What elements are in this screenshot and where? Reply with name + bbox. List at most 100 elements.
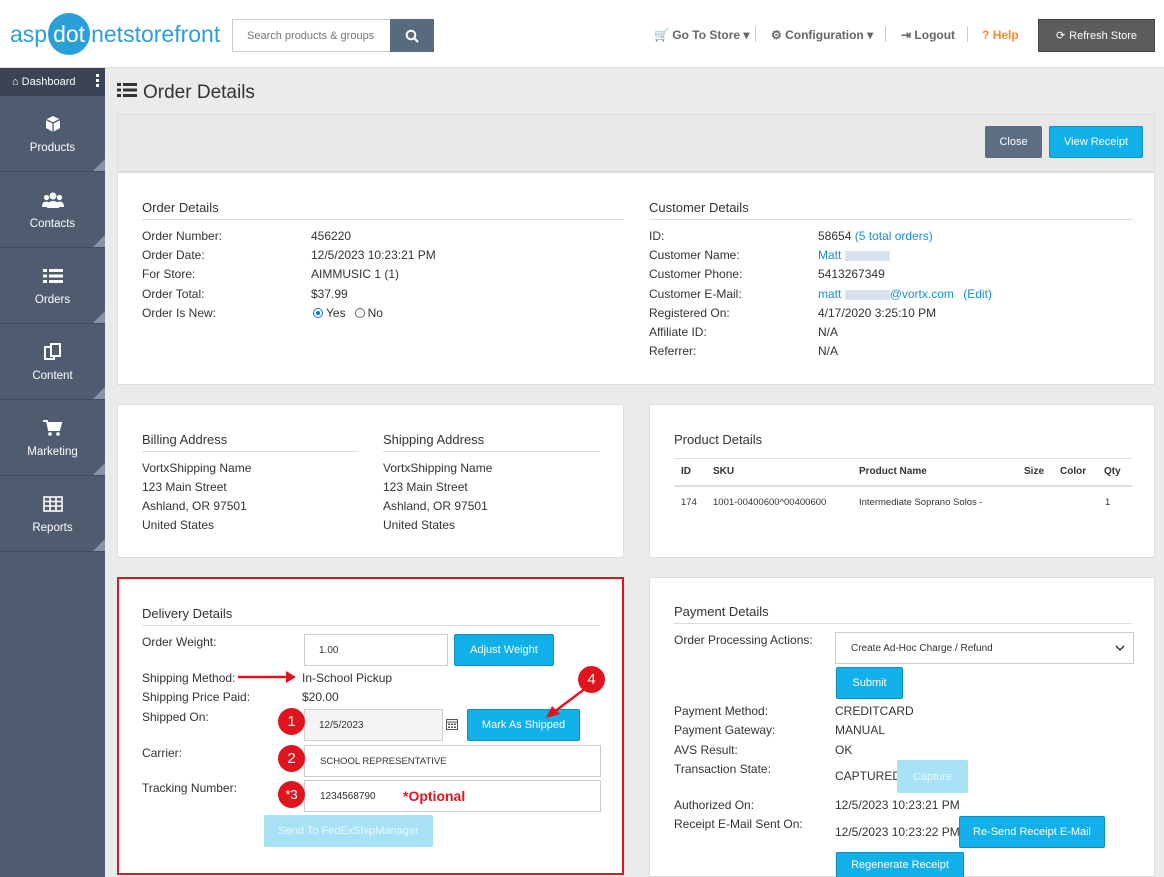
sidebar-item-label: Contacts <box>29 217 76 230</box>
email-suffix: @vortx.com <box>889 287 954 301</box>
refresh-store-label: Refresh Store <box>1069 29 1138 42</box>
sidebar-item-marketing[interactable]: Marketing <box>0 400 105 476</box>
payment-details-heading: Payment Details <box>674 604 1132 624</box>
chevron-down-icon <box>1115 643 1125 656</box>
col-header-qty: Qty <box>1104 466 1121 477</box>
col-header-size: Size <box>1024 466 1045 477</box>
sidebar-item-content[interactable]: Content <box>0 324 105 400</box>
redacted-block <box>844 289 890 300</box>
customer-phone-label: Customer Phone: <box>649 267 743 281</box>
billing-line: Ashland, OR 97501 <box>142 499 247 513</box>
customer-details-heading: Customer Details <box>649 200 1133 220</box>
sidebar-item-reports[interactable]: Reports <box>0 476 105 552</box>
logo-text-storefront: storefront <box>123 20 221 47</box>
customer-id-row: 58654 (5 total orders) <box>818 229 933 243</box>
order-processing-actions-label: Order Processing Actions: <box>674 633 813 647</box>
submit-button[interactable]: Submit <box>836 667 903 699</box>
customer-name-label: Customer Name: <box>649 248 740 262</box>
logo-text-net: net <box>91 20 124 47</box>
help-link[interactable]: ? Help <box>982 28 1019 42</box>
order-number-value: 456220 <box>311 229 352 243</box>
radio-yes-label: Yes <box>326 306 346 320</box>
referrer-value: N/A <box>818 344 839 358</box>
edit-email-link[interactable]: (Edit) <box>963 287 992 301</box>
caret-down-icon: ▾ <box>867 28 874 42</box>
sidebar-item-contacts[interactable]: Contacts <box>0 172 105 248</box>
shipping-address-heading: Shipping Address <box>383 432 600 452</box>
order-date-value: 12/5/2023 10:23:21 PM <box>311 248 436 262</box>
billing-address-heading: Billing Address <box>142 432 359 452</box>
customer-email-link[interactable]: matt @vortx.com <box>818 287 954 301</box>
customer-name-row: Matt <box>818 248 890 262</box>
radio-yes[interactable] <box>313 308 323 318</box>
col-header-product-name: Product Name <box>859 466 927 477</box>
shipping-line: 123 Main Street <box>383 480 468 494</box>
cell-qty: 1 <box>1105 497 1111 508</box>
top-bar: asp dot net storefront 🛒 Go To Store ▾ ⚙… <box>0 0 1164 68</box>
close-button[interactable]: Close <box>985 126 1042 158</box>
sidebar-item-label: Reports <box>32 521 73 534</box>
dashboard-label: Dashboard <box>21 76 76 88</box>
logout-link[interactable]: ⇥ Logout <box>901 28 955 42</box>
sidebar: ⌂ Dashboard Products Contacts Orders Cont… <box>0 68 105 877</box>
refresh-store-button[interactable]: ⟳ Refresh Store <box>1038 19 1155 52</box>
authorized-on-label: Authorized On: <box>674 798 755 812</box>
billing-line: 123 Main Street <box>142 480 227 494</box>
billing-line: United States <box>142 518 215 532</box>
go-to-store-menu[interactable]: 🛒 Go To Store ▾ <box>654 28 749 42</box>
transaction-state-value: CAPTURED <box>835 769 902 783</box>
sidebar-item-products[interactable]: Products <box>0 96 105 172</box>
col-header-id: ID <box>681 466 691 477</box>
payment-method-label: Payment Method: <box>674 704 769 718</box>
authorized-on-value: 12/5/2023 10:23:21 PM <box>835 798 960 812</box>
registered-label: Registered On: <box>649 306 730 320</box>
capture-button[interactable]: Capture <box>897 760 968 793</box>
customer-email-row: matt @vortx.com (Edit) <box>818 287 992 301</box>
question-circle-icon: ? <box>982 28 990 42</box>
annotation-highlight-box <box>117 577 624 875</box>
col-header-color: Color <box>1060 466 1087 477</box>
search-bar <box>232 19 434 52</box>
search-icon <box>405 29 419 43</box>
radio-no-label: No <box>367 306 383 320</box>
customer-id-label: ID: <box>649 229 665 243</box>
col-header-sku: SKU <box>713 466 735 477</box>
logo[interactable]: asp dot net storefront <box>10 12 220 56</box>
view-receipt-button[interactable]: View Receipt <box>1049 126 1143 158</box>
shipping-line: United States <box>383 518 456 532</box>
redacted-block <box>844 250 890 261</box>
order-total-label: Order Total: <box>142 287 205 301</box>
table-icon <box>42 494 63 514</box>
users-icon <box>41 190 64 210</box>
regenerate-receipt-button[interactable]: Regenerate Receipt <box>836 852 964 877</box>
search-input[interactable] <box>232 19 390 52</box>
store-value: AIMMUSIC 1 (1) <box>311 267 400 281</box>
registered-value: 4/17/2020 3:25:10 PM <box>818 306 937 320</box>
configuration-menu[interactable]: ⚙ Configuration ▾ <box>771 28 873 42</box>
radio-no[interactable] <box>354 308 365 318</box>
referrer-label: Referrer: <box>649 344 697 358</box>
avs-result-label: AVS Result: <box>674 743 738 757</box>
total-orders-link[interactable]: (5 total orders) <box>855 229 933 243</box>
go-to-store-label: Go To Store <box>672 28 741 42</box>
order-processing-actions-select[interactable]: Create Ad-Hoc Charge / Refund <box>835 632 1134 664</box>
order-is-new-radios: Yes No <box>313 306 383 320</box>
menu-dots-icon[interactable] <box>96 74 100 89</box>
sidebar-dashboard[interactable]: ⌂ Dashboard <box>0 68 105 96</box>
cell-id: 174 <box>681 497 697 508</box>
payment-gateway-value: MANUAL <box>835 723 886 737</box>
email-prefix: matt <box>818 287 842 301</box>
copy-icon <box>43 342 63 362</box>
logo-text-asp: asp <box>10 20 48 47</box>
customer-name-link[interactable]: Matt <box>818 248 841 262</box>
cube-icon <box>44 114 62 134</box>
affiliate-label: Affiliate ID: <box>649 325 707 339</box>
gear-icon: ⚙ <box>771 28 782 42</box>
shipping-line: VortxShipping Name <box>383 461 493 475</box>
customer-email-label: Customer E-Mail: <box>649 287 742 301</box>
sidebar-item-orders[interactable]: Orders <box>0 248 105 324</box>
search-button[interactable] <box>390 19 434 52</box>
list-icon <box>117 82 137 104</box>
resend-receipt-button[interactable]: Re-Send Receipt E-Mail <box>959 816 1105 848</box>
cart-icon: 🛒 <box>654 28 669 42</box>
